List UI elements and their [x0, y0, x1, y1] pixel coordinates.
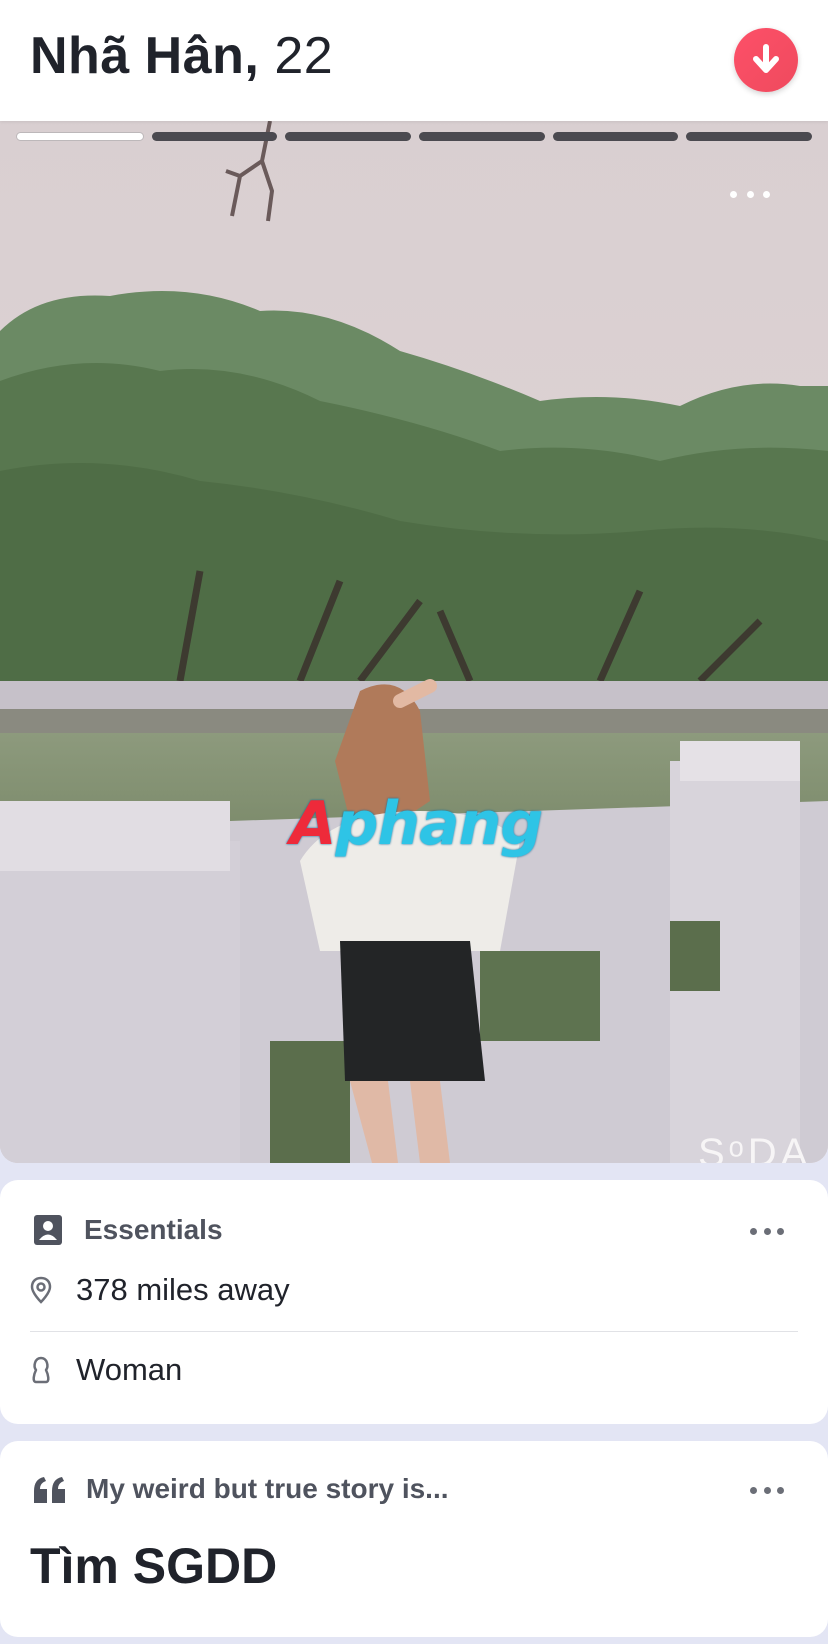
essentials-title: Essentials	[84, 1214, 223, 1245]
photo-corner-text: SᵒDA	[698, 1131, 812, 1163]
arrow-down-icon	[753, 44, 779, 73]
more-dot-icon	[750, 1227, 757, 1235]
profile-name: Nhã Hân,	[30, 27, 260, 85]
profile-name-age: Nhã Hân, 22	[30, 26, 333, 86]
distance-row: 378 miles away	[30, 1272, 800, 1308]
essentials-more-button[interactable]	[750, 1226, 784, 1236]
photo-indicator[interactable]	[151, 132, 278, 141]
more-dot-icon	[750, 1486, 757, 1494]
more-dot-icon	[777, 1227, 784, 1235]
gender-value: Woman	[76, 1352, 183, 1387]
quote-icon	[34, 1477, 65, 1503]
prompt-more-button[interactable]	[750, 1485, 784, 1495]
photo-indicator[interactable]	[419, 132, 545, 141]
prompt-card: My weird but true story is... Tìm SGDD	[0, 1441, 828, 1637]
more-dot-icon	[746, 190, 754, 198]
id-badge-icon	[34, 1215, 62, 1245]
watermark-logo: Aphang	[290, 789, 543, 859]
collapse-profile-button[interactable]	[734, 28, 798, 92]
gender-row: Woman	[30, 1352, 800, 1388]
photo-image	[0, 121, 828, 1163]
photo-indicator[interactable]	[285, 132, 412, 141]
distance-value: 378 miles away	[76, 1272, 290, 1307]
location-pin-icon	[30, 1276, 52, 1304]
profile-age: 22	[274, 27, 334, 85]
photo-more-options-button[interactable]	[730, 181, 770, 207]
photo-indicator-active[interactable]	[16, 132, 144, 141]
prompt-answer: Tìm SGDD	[30, 1538, 278, 1594]
more-dot-icon	[763, 190, 770, 198]
more-dot-icon	[730, 190, 737, 198]
person-icon	[32, 1356, 50, 1384]
profile-photo[interactable]: Aphang SᵒDA	[0, 121, 828, 1163]
essentials-card: Essentials 378 miles away Woman	[0, 1180, 828, 1424]
photo-indicator[interactable]	[552, 132, 679, 141]
more-dot-icon	[763, 1486, 771, 1494]
more-dot-icon	[763, 1227, 771, 1235]
essentials-header: Essentials	[34, 1212, 223, 1248]
photo-progress-bar	[16, 132, 813, 141]
divider	[30, 1331, 798, 1332]
prompt-header: My weird but true story is...	[32, 1471, 449, 1507]
prompt-question: My weird but true story is...	[86, 1473, 449, 1504]
profile-header: Nhã Hân, 22	[0, 0, 828, 121]
photo-indicator[interactable]	[686, 132, 813, 141]
more-dot-icon	[777, 1486, 784, 1494]
